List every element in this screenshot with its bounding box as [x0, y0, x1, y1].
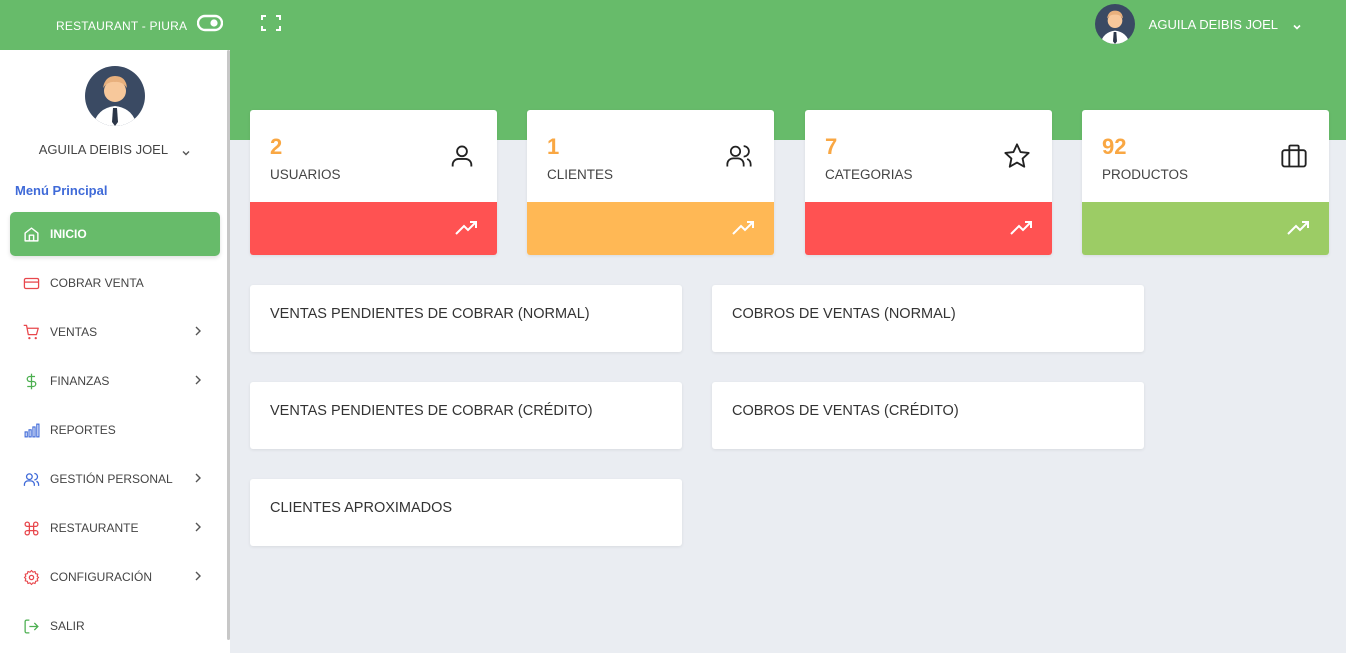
sidebar-item-inicio[interactable]: INICIO: [10, 212, 220, 256]
stat-value: 1: [547, 134, 560, 159]
chevron-down-icon: [181, 146, 191, 156]
command-icon: [23, 520, 40, 537]
stat-label: CATEGORIAS: [825, 167, 913, 182]
sidebar-menu: INICIO COBRAR VENTA VENTAS FINANZAS REPO…: [10, 212, 220, 653]
toggle-icon[interactable]: [196, 12, 224, 34]
report-ventas-pendientes-normal[interactable]: VENTAS PENDIENTES DE COBRAR (NORMAL): [250, 285, 682, 352]
sidebar-item-label: CONFIGURACIÓN: [50, 570, 152, 584]
report-clientes-aproximados[interactable]: CLIENTES APROXIMADOS: [250, 479, 682, 546]
sidebar-item-salir[interactable]: SALIR: [10, 604, 220, 648]
sidebar-item-ventas[interactable]: VENTAS: [10, 310, 220, 354]
sidebar-item-cobrar-venta[interactable]: COBRAR VENTA: [10, 261, 220, 305]
sidebar-item-label: FINANZAS: [50, 374, 110, 388]
sidebar-item-label: VENTAS: [50, 325, 98, 339]
chevron-right-icon: [194, 522, 202, 532]
sidebar-scrollbar[interactable]: [227, 50, 230, 640]
menu-title: Menú Principal: [15, 183, 108, 198]
trending-up-icon: [1010, 219, 1034, 237]
stat-footer: [527, 202, 774, 255]
report-title: CLIENTES APROXIMADOS: [270, 500, 453, 516]
users-icon: [23, 471, 40, 488]
chevron-right-icon: [194, 326, 202, 336]
sidebar-item-label: SALIR: [50, 619, 85, 633]
stat-card-categorias[interactable]: 7 CATEGORIAS: [805, 110, 1052, 255]
dollar-icon: [23, 373, 40, 390]
home-icon: [23, 226, 40, 243]
stat-label: PRODUCTOS: [1102, 167, 1189, 182]
stat-footer: [805, 202, 1052, 255]
sidebar-user[interactable]: AGUILA DEIBIS JOEL: [0, 142, 230, 157]
report-ventas-pendientes-credito[interactable]: VENTAS PENDIENTES DE COBRAR (CRÉDITO): [250, 382, 682, 449]
stat-label: USUARIOS: [270, 167, 341, 182]
trending-up-icon: [455, 219, 479, 237]
sidebar-item-restaurante[interactable]: RESTAURANTE: [10, 506, 220, 550]
stat-value: 7: [825, 134, 838, 159]
sidebar: AGUILA DEIBIS JOEL Menú Principal INICIO…: [0, 50, 230, 653]
fullscreen-icon[interactable]: [258, 12, 284, 34]
sidebar-item-gestion-personal[interactable]: GESTIÓN PERSONAL: [10, 457, 220, 501]
cart-icon: [23, 324, 40, 341]
chevron-right-icon: [194, 473, 202, 483]
avatar: [1094, 4, 1135, 44]
stat-card-clientes[interactable]: 1 CLIENTES: [527, 110, 774, 255]
sidebar-item-label: RESTAURANTE: [50, 521, 139, 535]
logout-icon: [23, 618, 40, 635]
stat-label: CLIENTES: [547, 167, 614, 182]
user-icon: [448, 142, 476, 170]
sidebar-item-label: COBRAR VENTA: [50, 276, 144, 290]
settings-icon: [23, 569, 40, 586]
chevron-right-icon: [194, 375, 202, 385]
stat-card-productos[interactable]: 92 PRODUCTOS: [1082, 110, 1329, 255]
stat-footer: [1082, 202, 1329, 255]
sidebar-item-label: GESTIÓN PERSONAL: [50, 472, 173, 486]
avatar: [85, 66, 145, 126]
sidebar-item-label: INICIO: [50, 227, 87, 241]
top-header: RESTAURANT - PIURA AGUILA DEIBIS JOEL: [0, 0, 1346, 50]
report-cobros-ventas-normal[interactable]: COBROS DE VENTAS (NORMAL): [712, 285, 1144, 352]
stat-value: 92: [1102, 134, 1127, 159]
report-title: COBROS DE VENTAS (CRÉDITO): [732, 403, 959, 419]
stat-footer: [250, 202, 497, 255]
chevron-right-icon: [194, 571, 202, 581]
trending-up-icon: [1287, 219, 1311, 237]
users-icon: [725, 142, 753, 170]
report-cobros-ventas-credito[interactable]: COBROS DE VENTAS (CRÉDITO): [712, 382, 1144, 449]
stat-card-usuarios[interactable]: 2 USUARIOS: [250, 110, 497, 255]
credit-card-icon: [23, 275, 40, 292]
sidebar-item-configuracion[interactable]: CONFIGURACIÓN: [10, 555, 220, 599]
brand-name: RESTAURANT - PIURA: [56, 19, 188, 33]
trending-up-icon: [732, 219, 756, 237]
briefcase-icon: [1280, 142, 1308, 170]
star-icon: [1003, 142, 1031, 170]
report-title: VENTAS PENDIENTES DE COBRAR (NORMAL): [270, 306, 590, 322]
user-menu[interactable]: AGUILA DEIBIS JOEL: [1094, 4, 1302, 44]
sidebar-item-finanzas[interactable]: FINANZAS: [10, 359, 220, 403]
header-user-name: AGUILA DEIBIS JOEL: [1148, 16, 1278, 32]
sidebar-user-name: AGUILA DEIBIS JOEL: [38, 142, 168, 157]
report-title: VENTAS PENDIENTES DE COBRAR (CRÉDITO): [270, 403, 593, 419]
stat-value: 2: [270, 134, 283, 159]
sidebar-item-reportes[interactable]: REPORTES: [10, 408, 220, 452]
report-title: COBROS DE VENTAS (NORMAL): [732, 306, 956, 322]
chevron-down-icon: [1292, 19, 1302, 30]
bar-chart-icon: [23, 422, 40, 439]
sidebar-item-label: REPORTES: [50, 423, 116, 437]
